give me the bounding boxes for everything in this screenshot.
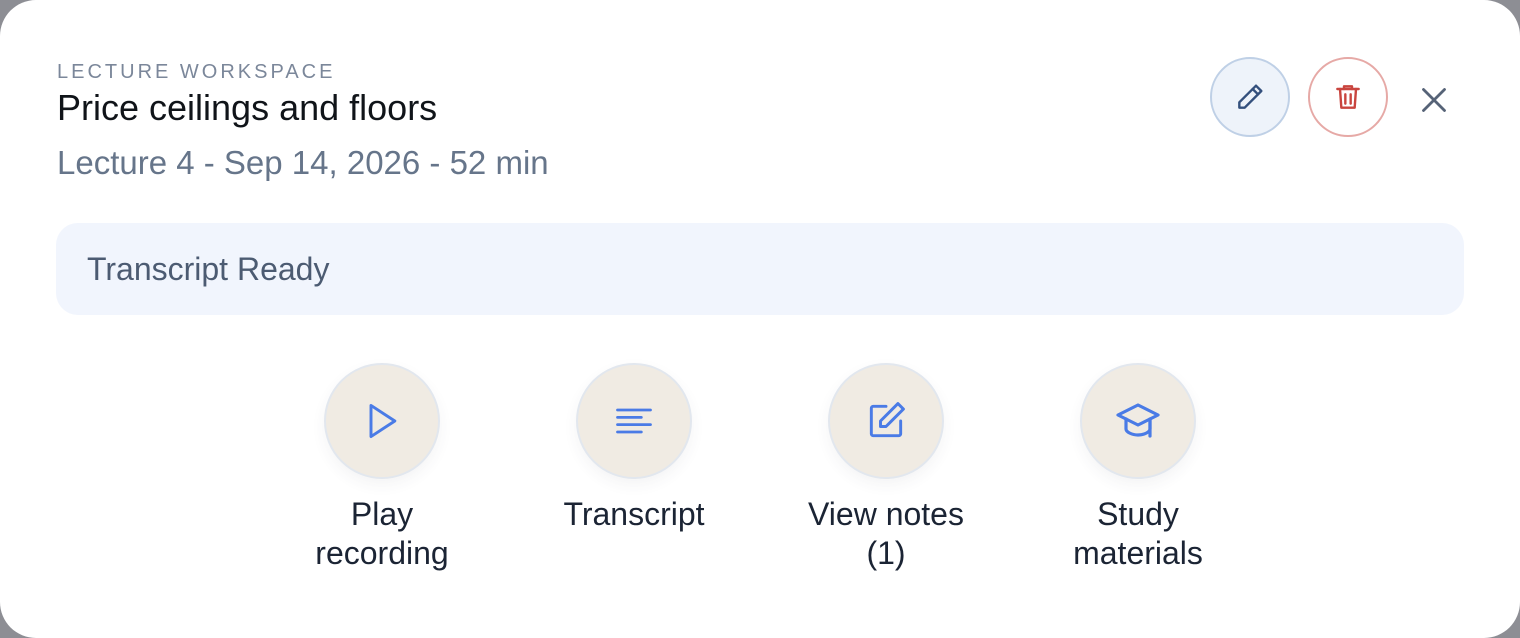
play-recording-label: Play recording (315, 496, 449, 571)
edit-note-icon (869, 402, 905, 438)
play-recording-button[interactable]: Play recording (272, 363, 492, 573)
text-lines-icon (616, 408, 652, 434)
close-icon (1422, 88, 1446, 112)
study-materials-label: Study materials (1073, 496, 1203, 571)
lecture-meta: Lecture 4 - Sep 14, 2026 - 52 min (57, 144, 549, 181)
graduation-cap-icon (1116, 403, 1160, 438)
lecture-title: Price ceilings and floors (57, 87, 438, 128)
trash-icon (1336, 85, 1360, 109)
pencil-icon (1238, 84, 1263, 109)
play-recording-circle[interactable] (324, 363, 440, 479)
status-text: Transcript Ready (87, 251, 330, 287)
play-icon (369, 403, 397, 439)
edit-button[interactable] (1210, 57, 1290, 137)
dialog-eyebrow: LECTURE WORKSPACE (57, 61, 336, 83)
close-button[interactable] (1410, 78, 1458, 122)
lecture-workspace-dialog: LECTURE WORKSPACE Price ceilings and flo… (0, 0, 1520, 638)
study-materials-button[interactable]: Study materials (1028, 363, 1248, 573)
view-notes-button[interactable]: View notes (1) (776, 363, 996, 573)
view-notes-label: View notes (1) (808, 496, 964, 571)
transcript-label: Transcript (563, 496, 705, 532)
delete-button[interactable] (1308, 57, 1388, 137)
view-notes-circle[interactable] (828, 363, 944, 479)
transcript-circle[interactable] (576, 363, 692, 479)
study-materials-circle[interactable] (1080, 363, 1196, 479)
transcript-status-banner: Transcript Ready (56, 223, 1464, 315)
transcript-button[interactable]: Transcript (524, 363, 744, 534)
